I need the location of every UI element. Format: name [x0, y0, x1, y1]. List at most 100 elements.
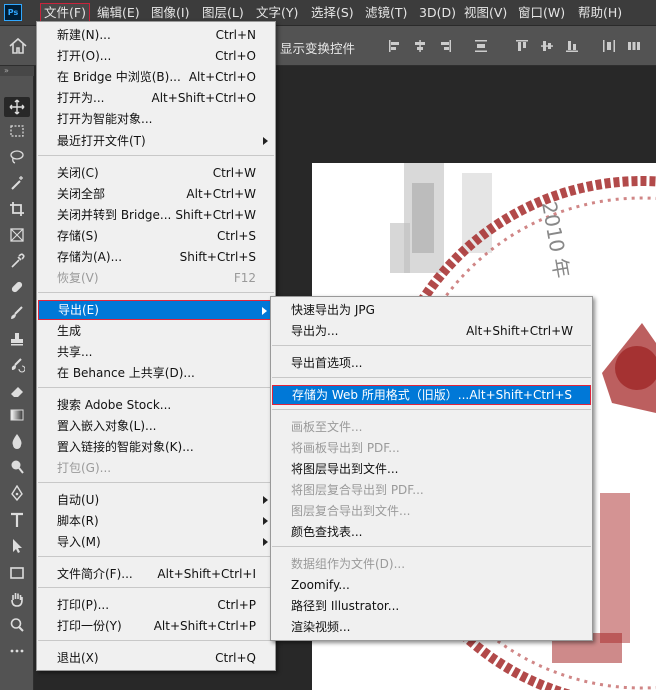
submenu-item-render-video[interactable]: 渲染视频...: [272, 617, 591, 637]
menu-item-recent-files[interactable]: 最近打开文件(T): [38, 131, 274, 151]
align-bottom-icon[interactable]: [565, 39, 579, 53]
align-top-icon[interactable]: [515, 39, 529, 53]
menu-item-save[interactable]: 存储(S) Ctrl+S: [38, 226, 274, 246]
menu-filter[interactable]: 滤镜(T): [362, 3, 410, 23]
menu-item-open[interactable]: 打开(O)... Ctrl+O: [38, 46, 274, 66]
menu-item-exit[interactable]: 退出(X) Ctrl+Q: [38, 648, 274, 668]
menu-image[interactable]: 图像(I): [148, 3, 192, 23]
menu-item-share[interactable]: 共享...: [38, 342, 274, 362]
tool-more-tools[interactable]: [4, 641, 30, 661]
tool-type-tool[interactable]: [4, 510, 30, 530]
menu-item-import[interactable]: 导入(M): [38, 532, 274, 552]
panel-collapse-icon[interactable]: »: [0, 66, 34, 76]
tool-eraser[interactable]: [4, 381, 30, 401]
tool-eyedropper[interactable]: [4, 251, 30, 271]
menu-help[interactable]: 帮助(H): [575, 3, 625, 23]
menu-item-shortcut: Ctrl+O: [215, 49, 256, 63]
menu-edit[interactable]: 编辑(E): [94, 3, 143, 23]
align-left-icon[interactable]: [388, 39, 402, 53]
menu-item-file-info[interactable]: 文件简介(F)... Alt+Shift+Ctrl+I: [38, 564, 274, 584]
menu-item-label: 快速导出为 JPG: [291, 303, 375, 317]
submenu-item-zoomify[interactable]: Zoomify...: [272, 575, 591, 595]
submenu-item-quick-export-jpg[interactable]: 快速导出为 JPG: [272, 300, 591, 320]
menu-separator: [272, 546, 591, 547]
tool-lasso-tool[interactable]: [4, 147, 30, 167]
more-tools-icon: [10, 649, 24, 653]
show-transform-controls-label[interactable]: 显示变换控件: [280, 38, 355, 57]
menu-item-save-as[interactable]: 存储为(A)... Shift+Ctrl+S: [38, 247, 274, 267]
menu-item-share-behance[interactable]: 在 Behance 上共享(D)...: [38, 363, 274, 383]
menu-item-generate[interactable]: 生成: [38, 321, 274, 341]
submenu-item-export-preferences[interactable]: 导出首选项...: [272, 353, 591, 373]
align-center-icon[interactable]: [413, 39, 427, 53]
menu-item-label: 打印(P)...: [57, 598, 110, 612]
menu-item-open-as[interactable]: 打开为... Alt+Shift+Ctrl+O: [38, 88, 274, 108]
menu-separator: [38, 387, 274, 388]
menu-item-close-all[interactable]: 关闭全部 Alt+Ctrl+W: [38, 184, 274, 204]
distribute-spacing-icon[interactable]: [627, 39, 641, 53]
tool-marquee-tool[interactable]: [4, 121, 30, 141]
tool-brush-tool[interactable]: [4, 303, 30, 323]
menu-item-close[interactable]: 关闭(C) Ctrl+W: [38, 163, 274, 183]
menu-3d[interactable]: 3D(D): [416, 3, 459, 23]
menu-item-browse-bridge[interactable]: 在 Bridge 中浏览(B)... Alt+Ctrl+O: [38, 67, 274, 87]
menu-item-label: 导出为...: [291, 324, 339, 338]
distribute-icon[interactable]: [474, 39, 488, 53]
file-menu: 新建(N)... Ctrl+N 打开(O)... Ctrl+O 在 Bridge 中浏览…: [36, 21, 276, 671]
menu-item-print[interactable]: 打印(P)... Ctrl+P: [38, 595, 274, 615]
tool-pen-tool[interactable]: [4, 483, 30, 503]
tool-move-tool[interactable]: [4, 97, 30, 117]
menu-item-label: 存储为 Web 所用格式（旧版）...: [292, 388, 470, 402]
menu-item-shortcut: Alt+Shift+Ctrl+O: [151, 91, 256, 105]
menu-item-shortcut: F12: [233, 271, 256, 285]
tool-crop-tool[interactable]: [4, 199, 30, 219]
tool-history-brush[interactable]: [4, 355, 30, 375]
submenu-item-layers-to-files[interactable]: 将图层导出到文件...: [272, 459, 591, 479]
menu-item-label: 置入嵌入对象(L)...: [57, 419, 157, 433]
home-icon[interactable]: [8, 37, 28, 55]
align-middle-icon[interactable]: [540, 39, 554, 53]
frame-tool-icon: [10, 228, 24, 242]
tool-healing-brush[interactable]: [4, 277, 30, 297]
align-right-icon[interactable]: [438, 39, 452, 53]
tool-stamp-tool[interactable]: [4, 329, 30, 349]
menu-item-place-embedded[interactable]: 置入嵌入对象(L)...: [38, 416, 274, 436]
menu-item-open-smart-object[interactable]: 打开为智能对象...: [38, 109, 274, 129]
submenu-item-export-as[interactable]: 导出为... Alt+Shift+Ctrl+W: [272, 321, 591, 341]
menu-item-shortcut: Ctrl+Q: [215, 651, 256, 665]
tool-frame-tool[interactable]: [4, 225, 30, 245]
menu-item-shortcut: Ctrl+S: [216, 229, 256, 243]
tool-path-select[interactable]: [4, 536, 30, 556]
menu-item-close-go-bridge[interactable]: 关闭并转到 Bridge... Shift+Ctrl+W: [38, 205, 274, 225]
submenu-item-artboards-to-pdf: 将画板导出到 PDF...: [272, 438, 591, 458]
menu-layer[interactable]: 图层(L): [199, 3, 247, 23]
tool-dodge-tool[interactable]: [4, 457, 30, 477]
tool-blur-tool[interactable]: [4, 431, 30, 451]
tool-magic-wand[interactable]: [4, 173, 30, 193]
menu-item-new[interactable]: 新建(N)... Ctrl+N: [38, 25, 274, 45]
menu-type[interactable]: 文字(Y): [253, 3, 301, 23]
menu-window[interactable]: 窗口(W): [515, 3, 568, 23]
submenu-item-save-for-web[interactable]: 存储为 Web 所用格式（旧版）... Alt+Shift+Ctrl+S: [272, 385, 591, 405]
menu-item-label: 在 Behance 上共享(D)...: [57, 366, 195, 380]
submenu-item-color-lookup-tables[interactable]: 颜色查找表...: [272, 522, 591, 542]
menu-item-automate[interactable]: 自动(U): [38, 490, 274, 510]
distribute-vertical-icon[interactable]: [602, 39, 616, 53]
menu-view[interactable]: 视图(V): [461, 3, 510, 23]
menu-select[interactable]: 选择(S): [308, 3, 357, 23]
tool-hand-tool[interactable]: [4, 589, 30, 609]
menu-file[interactable]: 文件(F): [40, 3, 90, 23]
marquee-tool-icon: [10, 125, 24, 137]
menu-item-export[interactable]: 导出(E): [38, 300, 274, 320]
type-tool-icon: [11, 512, 23, 527]
menu-item-scripts[interactable]: 脚本(R): [38, 511, 274, 531]
tool-zoom-tool[interactable]: [4, 615, 30, 635]
zoom-tool-icon: [10, 618, 24, 632]
menu-item-print-one-copy[interactable]: 打印一份(Y) Alt+Shift+Ctrl+P: [38, 616, 274, 636]
menu-item-place-linked[interactable]: 置入链接的智能对象(K)...: [38, 437, 274, 457]
menu-item-search-stock[interactable]: 搜索 Adobe Stock...: [38, 395, 274, 415]
submenu-item-paths-to-illustrator[interactable]: 路径到 Illustrator...: [272, 596, 591, 616]
tool-gradient-tool[interactable]: [4, 405, 30, 425]
tool-rectangle-tool[interactable]: [4, 563, 30, 583]
submenu-item-data-sets-as-files: 数据组作为文件(D)...: [272, 554, 591, 574]
